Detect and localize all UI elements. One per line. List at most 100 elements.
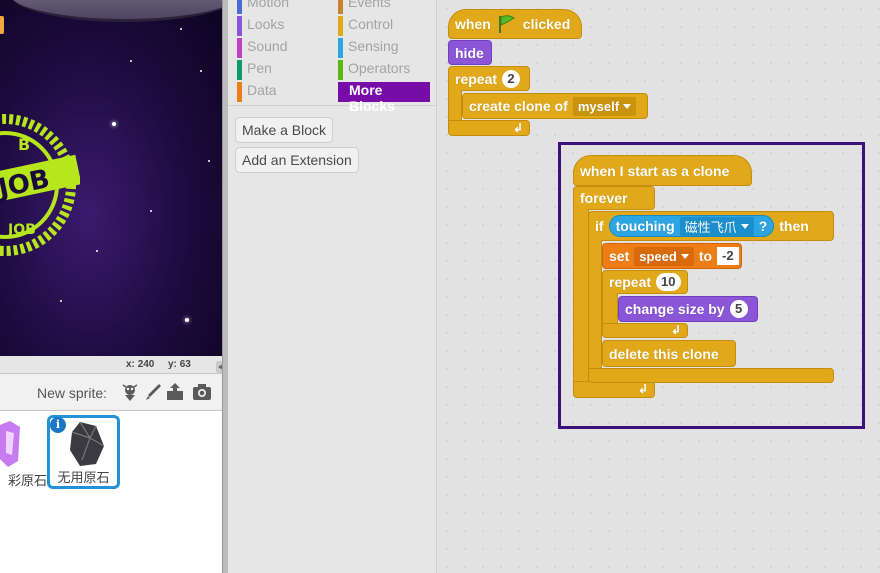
star bbox=[150, 210, 152, 212]
stage-orange-marker bbox=[0, 16, 4, 34]
make-a-block-button[interactable]: Make a Block bbox=[235, 117, 334, 143]
category-pen[interactable]: Pen bbox=[237, 60, 272, 80]
category-label: Looks bbox=[247, 16, 285, 32]
category-label: Control bbox=[348, 16, 394, 32]
category-label: Operators bbox=[348, 60, 411, 76]
category-color-swatch bbox=[338, 60, 343, 80]
block-label: delete this clone bbox=[609, 345, 719, 362]
mouse-coordinates: x: 240 y: 63 bbox=[0, 356, 222, 372]
category-color-swatch bbox=[237, 16, 242, 36]
category-color-swatch bbox=[237, 82, 242, 102]
category-sound[interactable]: Sound bbox=[237, 38, 287, 58]
change-size-input[interactable]: 5 bbox=[729, 300, 748, 318]
set-variable-block[interactable]: set speed to -2 bbox=[602, 243, 742, 269]
category-label: Pen bbox=[247, 60, 272, 76]
category-label: More Blocks bbox=[349, 82, 395, 114]
repeat-c-arm bbox=[448, 90, 462, 122]
loop-arrow-icon: ↲ bbox=[637, 382, 648, 396]
stage[interactable]: B JOB JOB bbox=[0, 0, 222, 356]
category-looks[interactable]: Looks bbox=[237, 16, 284, 36]
category-color-swatch bbox=[237, 38, 242, 58]
change-size-block[interactable]: change size by 5 bbox=[618, 296, 758, 322]
block-label: change size by bbox=[625, 301, 725, 317]
set-value-input[interactable]: -2 bbox=[717, 247, 739, 265]
scratch-editor: B JOB JOB x: 240 y: 63 New sprite: 彩原石 i… bbox=[0, 0, 880, 573]
touching-block[interactable]: touching 磁性飞爪 ? bbox=[608, 215, 775, 237]
repeat-block-1[interactable]: repeat 2 bbox=[448, 66, 530, 91]
forever-block[interactable]: forever bbox=[573, 186, 655, 210]
category-more-blocks[interactable]: More Blocks bbox=[338, 82, 430, 114]
star bbox=[96, 250, 98, 252]
block-label: set bbox=[609, 248, 630, 264]
spaceship-sprite bbox=[10, 0, 222, 22]
sprite-tile-selected[interactable]: i 无用原石 bbox=[47, 415, 120, 489]
star bbox=[200, 70, 202, 72]
category-label: Events bbox=[348, 0, 391, 10]
star bbox=[180, 28, 182, 30]
forever-block-foot: ↲ bbox=[573, 381, 655, 398]
coord-x-value: 240 bbox=[137, 359, 155, 370]
dropdown-value: 磁性飞爪 bbox=[684, 219, 737, 235]
block-label: repeat bbox=[609, 274, 652, 290]
dropdown-value: myself bbox=[577, 98, 620, 114]
block-label: create clone of bbox=[469, 98, 568, 114]
touching-target-dropdown[interactable]: 磁性飞爪 bbox=[679, 216, 754, 236]
variable-dropdown[interactable]: speed bbox=[634, 246, 694, 266]
if-c-arm bbox=[588, 240, 602, 370]
paint-from-library-icon[interactable] bbox=[120, 382, 140, 402]
delete-clone-block[interactable]: delete this clone bbox=[602, 340, 736, 367]
category-color-swatch bbox=[338, 38, 343, 58]
category-color-swatch bbox=[237, 0, 242, 14]
forever-c-arm bbox=[573, 209, 589, 383]
add-extension-button[interactable]: Add an Extension bbox=[235, 147, 359, 173]
category-sensing[interactable]: Sensing bbox=[338, 38, 399, 58]
rock-thumbnail bbox=[70, 421, 105, 466]
category-events[interactable]: Events bbox=[338, 0, 391, 14]
category-color-swatch bbox=[338, 16, 343, 36]
when-start-as-clone-block[interactable]: when I start as a clone bbox=[573, 155, 752, 186]
svg-text:B: B bbox=[18, 135, 30, 154]
repeat-count-input[interactable]: 2 bbox=[502, 69, 521, 88]
category-label: Data bbox=[247, 82, 277, 98]
block-label: ? bbox=[758, 218, 768, 234]
loop-arrow-icon: ↲ bbox=[670, 323, 681, 337]
paint-brush-icon[interactable] bbox=[143, 382, 163, 402]
sprite-name: 无用原石 bbox=[57, 470, 110, 485]
block-label: when I start as a clone bbox=[580, 162, 730, 179]
category-operators[interactable]: Operators bbox=[338, 60, 410, 80]
svg-text:JOB: JOB bbox=[7, 222, 36, 238]
category-control[interactable]: Control bbox=[338, 16, 393, 36]
if-then-block[interactable]: if touching 磁性飞爪 ? then bbox=[588, 211, 834, 241]
upload-icon[interactable] bbox=[165, 382, 185, 402]
info-icon[interactable]: i bbox=[50, 417, 66, 433]
category-color-swatch bbox=[237, 60, 242, 80]
repeat-block-2[interactable]: repeat 10 bbox=[602, 270, 688, 294]
block-label: to bbox=[698, 248, 713, 264]
category-label: Motion bbox=[247, 0, 290, 10]
category-label: Sensing bbox=[348, 38, 399, 54]
new-sprite-bar: New sprite: bbox=[0, 373, 222, 411]
clone-target-dropdown[interactable]: myself bbox=[572, 96, 637, 116]
sprite-list: 彩原石 i 无用原石 bbox=[0, 411, 222, 573]
star bbox=[208, 160, 210, 162]
coord-y-value: 63 bbox=[179, 359, 191, 370]
repeat-block-1-foot: ↲ bbox=[448, 120, 530, 136]
when-flag-clicked-block[interactable]: when clicked bbox=[448, 9, 582, 39]
star bbox=[60, 300, 62, 302]
category-motion[interactable]: Motion bbox=[237, 0, 289, 14]
camera-icon[interactable] bbox=[192, 382, 212, 402]
category-list: Motion Looks Sound Pen Data Events Contr… bbox=[228, 0, 437, 114]
sprite-tile[interactable]: 彩原石 bbox=[0, 415, 47, 489]
create-clone-block[interactable]: create clone of myself bbox=[462, 93, 648, 119]
block-palette: Motion Looks Sound Pen Data Events Contr… bbox=[228, 0, 437, 573]
block-label: hide bbox=[455, 44, 484, 61]
category-data[interactable]: Data bbox=[237, 82, 277, 102]
green-flag-icon bbox=[498, 15, 515, 33]
coord-y-label: y: bbox=[168, 359, 177, 370]
repeat-count-input[interactable]: 10 bbox=[656, 273, 681, 291]
coord-x-label: x: bbox=[126, 359, 135, 370]
loop-arrow-icon: ↲ bbox=[512, 121, 523, 135]
dropdown-value: speed bbox=[639, 248, 677, 264]
job-seal-logo: B JOB JOB bbox=[0, 114, 80, 256]
hide-block[interactable]: hide bbox=[448, 40, 492, 65]
